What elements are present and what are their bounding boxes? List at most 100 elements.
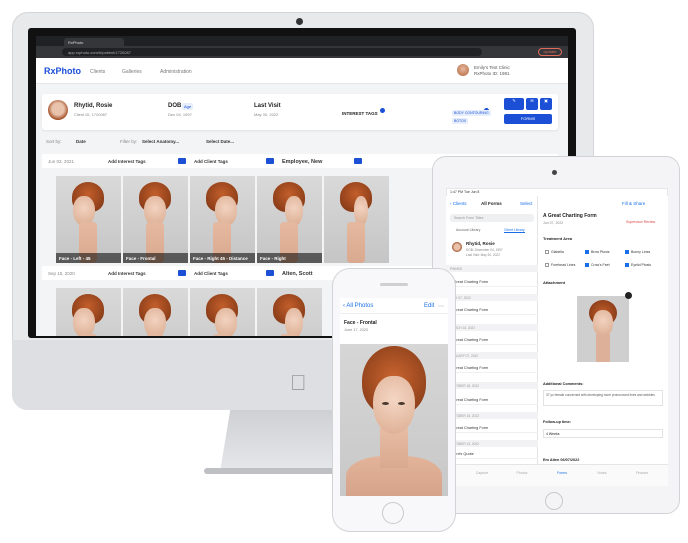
more-icon[interactable]: ⋯	[438, 303, 444, 310]
form-list-item[interactable]: A Great Charting Form	[446, 306, 538, 315]
comments-textarea[interactable]: 37 yo female concerned with developing m…	[543, 390, 663, 406]
photo-thumbnail[interactable]: Face - Right 45 - Distance	[190, 176, 255, 263]
frontal-photo[interactable]	[340, 344, 448, 496]
anatomy-select[interactable]: Select Anatomy...	[142, 139, 179, 144]
form-list-item[interactable]: Client's Quote	[446, 450, 538, 459]
tab-account-library[interactable]: Account Library	[456, 228, 480, 232]
clinic-id: RxPhoto ID: 1981	[474, 71, 510, 76]
forms-button[interactable]: FORMS	[504, 114, 552, 124]
checkbox-label: Glabella	[551, 250, 564, 254]
date-header: MARCH 16, 2022	[446, 324, 538, 331]
back-to-clients-button[interactable]: ‹ Clients	[450, 201, 467, 206]
photo-thumbnail[interactable]	[324, 176, 389, 263]
tab-client-library[interactable]: Client Library	[504, 228, 525, 233]
form-detail-date: Jun 07, 2022	[543, 221, 564, 225]
form-list-item[interactable]: A Great Charting Form	[446, 364, 538, 373]
nav-clients[interactable]: Clients	[90, 69, 105, 75]
date-select[interactable]: Select Date...	[206, 139, 234, 144]
checkbox-eyelid-ptosis[interactable]: Eyelid Ptosis	[625, 263, 651, 268]
all-photos-back-button[interactable]: ‹ All Photos	[343, 303, 373, 309]
interest-tags-label: INTEREST TAGS	[342, 111, 378, 116]
sort-by-select[interactable]: Date	[76, 139, 86, 144]
tag-icon[interactable]	[178, 158, 186, 164]
checkbox-icon	[625, 263, 629, 268]
form-list-item[interactable]: A Great Charting Form	[446, 278, 538, 287]
last-visit-value: May 30, 2022	[254, 112, 279, 117]
checkbox-glabella[interactable]: Glabella	[545, 250, 564, 255]
ipad-tab-bar	[446, 464, 668, 486]
followup-select[interactable]: 4 Weeks	[543, 429, 663, 438]
photo-thumbnail[interactable]	[190, 288, 255, 336]
add-interest-tags-button[interactable]: Add Interest Tags	[108, 271, 146, 276]
add-client-tags-button[interactable]: Add Client Tags	[194, 159, 228, 164]
tab-notes[interactable]: Notes	[582, 471, 622, 475]
attachment-label: Attachment	[543, 280, 566, 285]
date-header: JANUARY 07, 2022	[446, 352, 538, 359]
fill-share-button[interactable]: Fill & Share	[622, 201, 645, 206]
edit-patient-button[interactable]: ✎	[504, 98, 524, 110]
session-provider: Alten, Scott	[282, 271, 313, 277]
nav-galleries[interactable]: Galleries	[122, 69, 142, 75]
treatment-area-label: Treatment Area	[543, 236, 572, 241]
edit-button[interactable]: Edit	[424, 303, 434, 309]
photo-thumbnail[interactable]: Face - Right	[257, 176, 322, 263]
form-list-item[interactable]: A Great Charting Form	[446, 424, 538, 433]
dob-label: DOB	[168, 103, 182, 109]
messages-button[interactable]: ✉	[526, 98, 538, 110]
tag-icon[interactable]	[266, 270, 274, 276]
add-interest-tags-button[interactable]: Add Interest Tags	[108, 159, 146, 164]
app-logo[interactable]: RxPhoto	[44, 66, 81, 76]
checkbox-forehead-lines[interactable]: Forehead Lines	[545, 263, 575, 268]
photo-label: Face - Right	[257, 253, 322, 263]
client-tag-chip[interactable]: BODY CONTOURING	[452, 110, 491, 116]
tab-finance[interactable]: Finance	[622, 471, 662, 475]
photo-thumbnail[interactable]: Face - Left - 45	[56, 176, 121, 263]
tag-icon[interactable]	[178, 270, 186, 276]
assign-user-icon[interactable]	[354, 158, 362, 164]
form-list-item[interactable]: A Great Charting Form	[446, 336, 538, 345]
select-button[interactable]: Select	[520, 201, 533, 206]
tab-forms[interactable]: Forms	[542, 471, 582, 475]
photo-thumbnail[interactable]	[123, 288, 188, 336]
date-header: OCTOBER 18, 2022	[446, 382, 538, 389]
photo-title: Face - Frontal	[344, 320, 377, 326]
filter-by-label: Filter by:	[120, 139, 138, 144]
nav-administration[interactable]: Administration	[160, 69, 192, 75]
remove-attachment-icon[interactable]	[625, 292, 632, 299]
age-badge: Age	[182, 103, 194, 110]
ipad-home-button[interactable]	[545, 492, 563, 510]
photo-thumbnail[interactable]	[257, 288, 322, 336]
search-forms-input[interactable]: Search Form Titles	[450, 214, 534, 222]
date-header: OCTOBER 15, 2022	[446, 412, 538, 419]
checkbox-brow-ptosis[interactable]: Brow Ptosis	[585, 250, 609, 255]
session-provider: Employee, New	[282, 159, 323, 165]
forms-filter-select[interactable]: All Forms	[481, 201, 502, 206]
iphone-home-button[interactable]	[382, 502, 404, 524]
add-interest-tag-icon[interactable]	[379, 108, 385, 114]
photo-label: Face - Frontal	[123, 253, 188, 263]
save-button[interactable]: ▣	[540, 98, 552, 110]
tab-photos[interactable]: Photos	[502, 471, 542, 475]
checkbox-icon	[585, 263, 589, 268]
user-avatar[interactable]	[457, 64, 469, 76]
form-detail-title: A Great Charting Form	[543, 213, 597, 219]
add-client-tags-button[interactable]: Add Client Tags	[194, 271, 228, 276]
client-tag-chip[interactable]: BOTOX	[452, 118, 469, 124]
attachment-photo[interactable]	[577, 296, 629, 362]
patient-avatar	[452, 242, 462, 252]
interest-tags[interactable]: INTEREST TAGS	[342, 102, 385, 120]
patient-name: Rhytid, Rosie	[74, 103, 113, 109]
photo-strip: Face - Left - 45 Face - Frontal Face - R…	[56, 176, 396, 264]
update-button[interactable]: Update	[538, 48, 562, 56]
browser-tab[interactable]: RxPhoto	[64, 38, 124, 46]
photo-thumbnail[interactable]	[56, 288, 121, 336]
checkbox-bunny-lines[interactable]: Bunny Lines	[625, 250, 650, 255]
photo-thumbnail[interactable]: Face - Frontal	[123, 176, 188, 263]
checkbox-crows-feet[interactable]: Crow's Feet	[585, 263, 610, 268]
chat-icon: ✉	[530, 98, 534, 103]
tab-capture[interactable]: Capture	[462, 471, 502, 475]
url-field[interactable]: app.rxphoto.com/#/patient/1720087	[62, 48, 482, 56]
tag-icon[interactable]	[266, 158, 274, 164]
followup-label: Follow-up time:	[543, 420, 572, 424]
form-list-item[interactable]: A Great Charting Form	[446, 396, 538, 405]
